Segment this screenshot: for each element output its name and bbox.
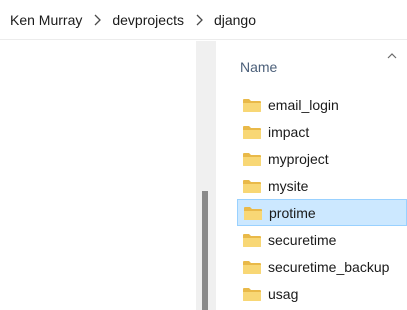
- breadcrumb-item-ken-murray[interactable]: Ken Murray: [8, 10, 84, 30]
- list-item[interactable]: securetime: [237, 226, 407, 253]
- chevron-right-icon[interactable]: [84, 14, 110, 26]
- folder-icon: [242, 286, 262, 302]
- list-item[interactable]: myproject: [237, 145, 407, 172]
- list-item-selected[interactable]: protime: [237, 199, 407, 226]
- file-rows: email_login impact myproject mysite prot…: [237, 91, 407, 307]
- breadcrumb-item-devprojects[interactable]: devprojects: [110, 10, 186, 30]
- navigation-scrollbar[interactable]: [196, 41, 216, 310]
- folder-icon: [242, 97, 262, 113]
- list-item[interactable]: email_login: [237, 91, 407, 118]
- file-name: impact: [268, 123, 310, 140]
- file-name: usag: [268, 285, 299, 302]
- file-name: securetime_backup: [268, 258, 390, 275]
- folder-icon: [242, 124, 262, 140]
- chevron-right-icon[interactable]: [186, 14, 212, 26]
- column-header-name[interactable]: Name: [240, 59, 277, 75]
- file-name: mysite: [268, 177, 309, 194]
- scrollbar-thumb[interactable]: [202, 191, 208, 310]
- folder-icon: [242, 178, 262, 194]
- folder-icon: [242, 232, 262, 248]
- folder-icon: [243, 205, 263, 221]
- breadcrumb: Ken Murray devprojects django: [0, 0, 407, 40]
- list-item[interactable]: securetime_backup: [237, 253, 407, 280]
- file-name: protime: [269, 204, 316, 221]
- folder-icon: [242, 259, 262, 275]
- file-name: email_login: [268, 96, 339, 113]
- navigation-pane: [0, 41, 200, 310]
- list-item[interactable]: impact: [237, 118, 407, 145]
- file-name: myproject: [268, 150, 329, 167]
- list-item[interactable]: mysite: [237, 172, 407, 199]
- list-item[interactable]: usag: [237, 280, 407, 307]
- breadcrumb-item-django[interactable]: django: [212, 10, 258, 30]
- folder-icon: [242, 151, 262, 167]
- chevron-up-icon[interactable]: [387, 47, 397, 65]
- file-list: Name email_login impact myproject mysite: [216, 41, 407, 310]
- file-name: securetime: [268, 231, 337, 248]
